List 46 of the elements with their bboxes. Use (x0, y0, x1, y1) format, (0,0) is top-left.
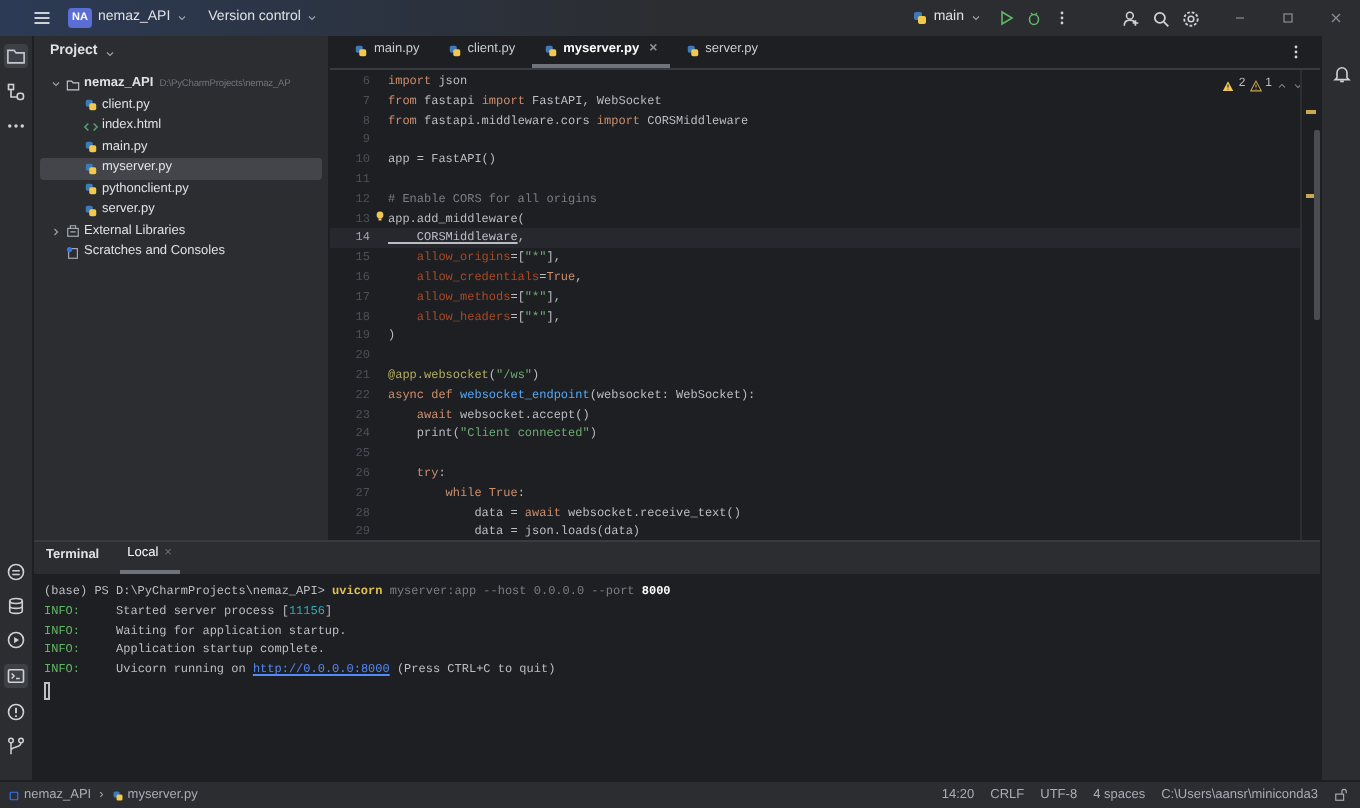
lightbulb-icon[interactable] (374, 210, 386, 222)
search-icon[interactable] (1152, 9, 1170, 27)
close-icon[interactable] (1328, 10, 1344, 26)
run-icon[interactable] (6, 630, 26, 650)
chevron-right-icon[interactable] (50, 225, 62, 238)
file-icon (354, 43, 368, 57)
settings-icon[interactable] (1182, 9, 1200, 27)
main-menu-icon[interactable] (32, 8, 52, 28)
chevron-down-icon (176, 12, 189, 24)
maximize-icon[interactable] (1280, 10, 1296, 26)
file-icon (84, 98, 98, 113)
problems-icon[interactable] (6, 702, 26, 722)
scratches-icon (66, 245, 80, 260)
terminal-tool-button[interactable] (4, 664, 28, 688)
scrollbar-thumb[interactable] (1314, 130, 1320, 320)
file-icon (111, 789, 124, 801)
file-icon (685, 43, 700, 57)
debug-icon[interactable] (1026, 10, 1042, 26)
code-file-icon (84, 119, 98, 134)
folder-icon (66, 77, 80, 92)
chevron-down-icon[interactable] (50, 78, 62, 91)
terminal-icon (6, 666, 26, 686)
branch-icon[interactable] (6, 736, 26, 756)
warning-marker (1306, 110, 1316, 114)
notifications-icon[interactable] (1331, 64, 1351, 84)
user-icon[interactable] (1122, 9, 1140, 27)
file-icon (447, 43, 462, 57)
console-icon[interactable] (6, 562, 26, 582)
run-icon[interactable] (998, 10, 1014, 26)
library-icon (66, 224, 80, 239)
up-icon (1276, 79, 1288, 91)
warning-icon (1222, 79, 1235, 91)
chevron-down-icon (103, 47, 116, 59)
layers-icon[interactable] (6, 596, 26, 616)
project-tool-button[interactable] (4, 44, 28, 68)
down-icon (1292, 79, 1304, 91)
lock-icon[interactable] (1334, 788, 1348, 802)
text-cursor (44, 681, 50, 700)
warning-icon (1249, 79, 1262, 91)
chevron-down-icon (306, 12, 319, 24)
folder-icon (6, 46, 26, 66)
module-icon (8, 789, 20, 801)
chevron-down-icon (970, 12, 982, 24)
structure-icon[interactable] (6, 82, 26, 102)
file-icon (911, 10, 928, 26)
file-icon (543, 43, 558, 57)
